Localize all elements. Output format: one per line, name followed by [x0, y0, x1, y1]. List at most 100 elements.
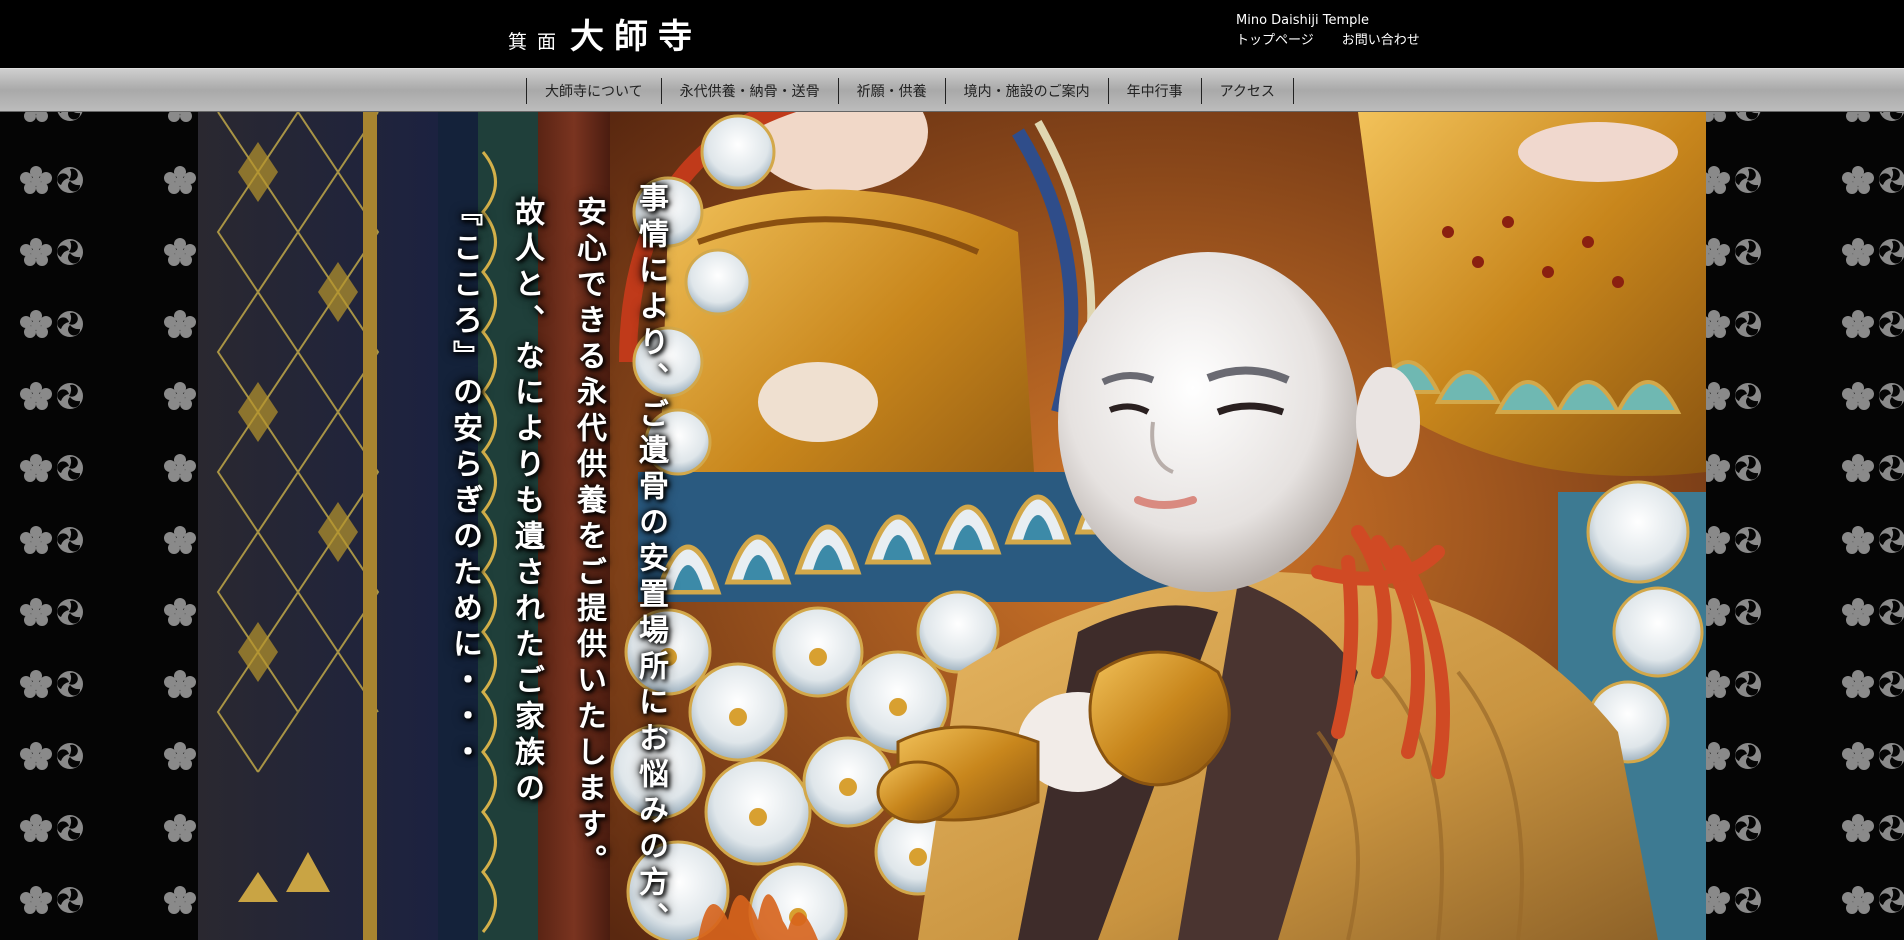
- tomoe-crest-icon: [57, 527, 83, 553]
- paulownia-crest-icon: [1842, 742, 1874, 770]
- crest-cell: [1840, 594, 1904, 630]
- header-right: Mino Daishiji Temple トップページ お問い合わせ: [1236, 12, 1420, 50]
- left-crest-pattern: [0, 112, 198, 940]
- tomoe-crest-icon: [1879, 743, 1904, 769]
- paulownia-crest-icon: [164, 670, 196, 698]
- tomoe-crest-icon: [1879, 455, 1904, 481]
- paulownia-crest-icon: [20, 382, 52, 410]
- paulownia-crest-icon: [20, 238, 52, 266]
- tomoe-crest-icon: [1879, 527, 1904, 553]
- paulownia-crest-icon: [20, 310, 52, 338]
- paulownia-crest-icon: [20, 526, 52, 554]
- paulownia-crest-icon: [20, 598, 52, 626]
- nav-item-access[interactable]: アクセス: [1202, 78, 1294, 104]
- crest-cell: [1706, 450, 1761, 486]
- nav-item-about[interactable]: 大師寺について: [527, 78, 662, 104]
- crest-cell: [162, 522, 198, 558]
- paulownia-crest-icon: [164, 598, 196, 626]
- crest-cell: [162, 810, 198, 846]
- crest-cell: [162, 378, 198, 414]
- paulownia-crest-icon: [1842, 310, 1874, 338]
- paulownia-crest-icon: [24, 112, 48, 122]
- hero-text-line-1: 事情により、ご遺骨の安置場所にお悩みの方、: [633, 182, 668, 938]
- crest-cell: [162, 162, 198, 198]
- crest-cell: [18, 112, 83, 126]
- crest-cell: [1840, 162, 1904, 198]
- crest-cell: [18, 234, 83, 270]
- crest-cell: [18, 810, 83, 846]
- nav-item-facilities[interactable]: 境内・施設のご案内: [946, 78, 1109, 104]
- crest-cell: [1840, 234, 1904, 270]
- header-links: トップページ お問い合わせ: [1236, 32, 1420, 50]
- paulownia-crest-icon: [20, 814, 52, 842]
- tomoe-crest-icon: [57, 599, 83, 625]
- logo-small-text: 箕面: [508, 31, 567, 53]
- crest-cell: [162, 594, 198, 630]
- paulownia-crest-icon: [164, 166, 196, 194]
- contact-link[interactable]: お問い合わせ: [1342, 32, 1420, 50]
- tomoe-crest-icon: [1735, 112, 1761, 121]
- crest-cell: [162, 112, 198, 126]
- crest-cell: [18, 594, 83, 630]
- crest-cell: [18, 738, 83, 774]
- paulownia-crest-icon: [164, 742, 196, 770]
- paulownia-crest-icon: [20, 166, 52, 194]
- paulownia-crest-icon: [20, 886, 52, 914]
- tomoe-crest-icon: [1735, 671, 1761, 697]
- paulownia-crest-icon: [1706, 814, 1730, 842]
- crest-cell: [162, 450, 198, 486]
- crest-cell: [1706, 810, 1761, 846]
- tomoe-crest-icon: [57, 815, 83, 841]
- crest-cell: [1706, 378, 1761, 414]
- main-nav: 大師寺について 永代供養・納骨・送骨 祈願・供養 境内・施設のご案内 年中行事 …: [0, 68, 1904, 112]
- tomoe-crest-icon: [1879, 239, 1904, 265]
- paulownia-crest-icon: [1842, 238, 1874, 266]
- paulownia-crest-icon: [1842, 382, 1874, 410]
- crest-cell: [1706, 306, 1761, 342]
- paulownia-crest-icon: [1706, 382, 1730, 410]
- tomoe-crest-icon: [57, 671, 83, 697]
- paulownia-crest-icon: [1706, 238, 1730, 266]
- tomoe-crest-icon: [1735, 527, 1761, 553]
- top-page-link[interactable]: トップページ: [1236, 32, 1314, 50]
- paulownia-crest-icon: [1706, 886, 1730, 914]
- hero-banner: 事情により、ご遺骨の安置場所にお悩みの方、 安心できる永代供養をご提供いたします…: [198, 112, 1706, 940]
- tomoe-crest-icon: [1735, 167, 1761, 193]
- paulownia-crest-icon: [1842, 526, 1874, 554]
- hero-text-line-2: 安心できる永代供養をご提供いたします。: [571, 196, 606, 880]
- nav-list: 大師寺について 永代供養・納骨・送骨 祈願・供養 境内・施設のご案内 年中行事 …: [526, 78, 1294, 104]
- paulownia-crest-icon: [1842, 814, 1874, 842]
- paulownia-crest-icon: [1706, 112, 1726, 122]
- crest-cell: [1840, 306, 1904, 342]
- paulownia-crest-icon: [1706, 166, 1730, 194]
- crest-cell: [1706, 666, 1761, 702]
- tomoe-crest-icon: [57, 455, 83, 481]
- paulownia-crest-icon: [20, 670, 52, 698]
- crest-cell: [162, 234, 198, 270]
- paulownia-crest-icon: [1706, 598, 1730, 626]
- nav-item-eternal-memorial[interactable]: 永代供養・納骨・送骨: [662, 78, 839, 104]
- crest-cell: [1706, 234, 1761, 270]
- hero-text-line-3: 故人と、なによりも遺されたご家族の: [509, 196, 544, 808]
- paulownia-crest-icon: [164, 454, 196, 482]
- paulownia-crest-icon: [1842, 670, 1874, 698]
- paulownia-crest-icon: [1706, 526, 1730, 554]
- paulownia-crest-icon: [1706, 742, 1730, 770]
- nav-item-prayer[interactable]: 祈願・供養: [839, 78, 946, 104]
- site-logo[interactable]: 箕面 大師寺: [508, 14, 702, 58]
- tomoe-crest-icon: [57, 311, 83, 337]
- nav-item-events[interactable]: 年中行事: [1109, 78, 1202, 104]
- tomoe-crest-icon: [1879, 167, 1904, 193]
- tomoe-crest-icon: [1735, 239, 1761, 265]
- tomoe-crest-icon: [57, 167, 83, 193]
- tomoe-crest-icon: [1879, 887, 1904, 913]
- crest-cell: [18, 882, 83, 918]
- paulownia-crest-icon: [164, 238, 196, 266]
- tomoe-crest-icon: [57, 239, 83, 265]
- tomoe-crest-icon: [1879, 815, 1904, 841]
- crest-cell: [18, 306, 83, 342]
- tomoe-crest-icon: [57, 887, 83, 913]
- tomoe-crest-icon: [1879, 311, 1904, 337]
- paulownia-crest-icon: [164, 382, 196, 410]
- tomoe-crest-icon: [1735, 311, 1761, 337]
